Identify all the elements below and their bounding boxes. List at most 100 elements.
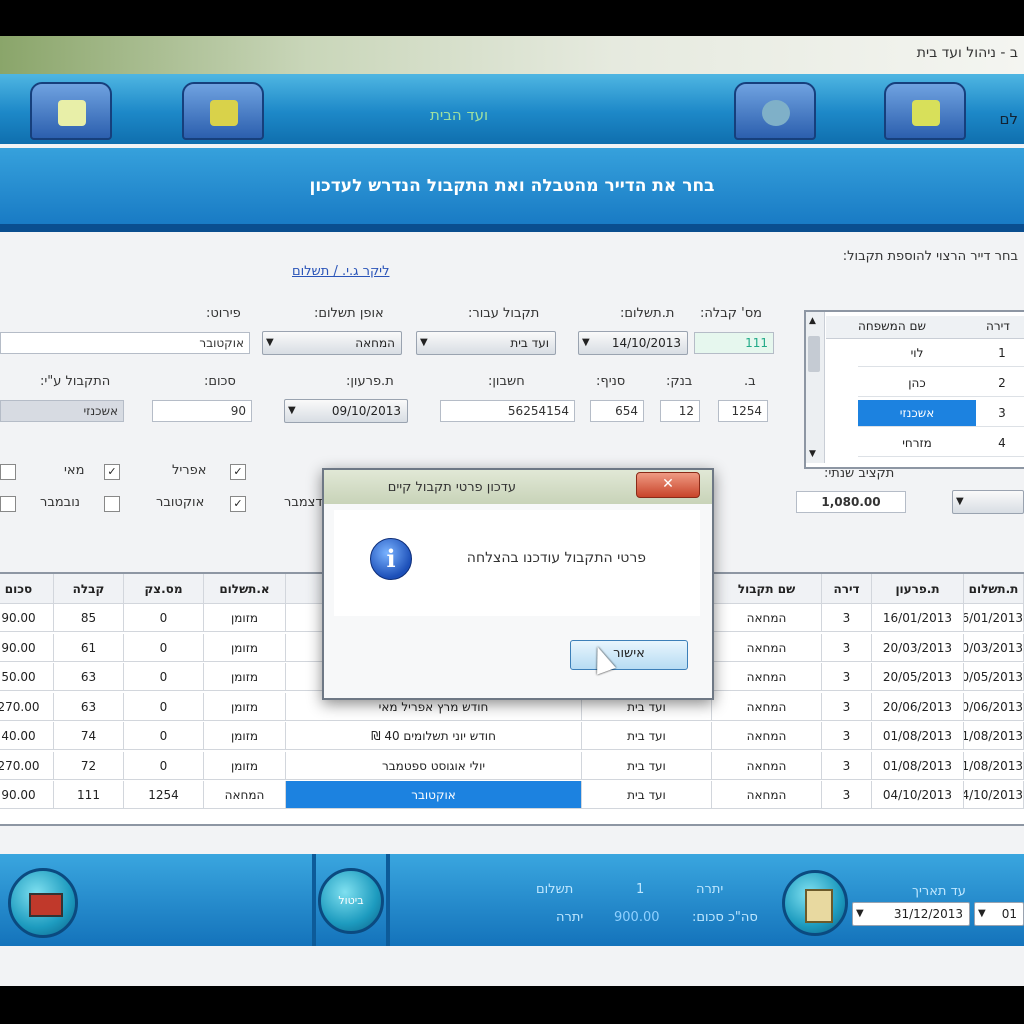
grid-cell[interactable]: 01/08/2013 xyxy=(872,722,964,750)
receipt-no-field[interactable]: 111 xyxy=(694,332,774,354)
dialog-ok-button[interactable]: אישור xyxy=(570,640,688,670)
grid-cell[interactable]: 90.00 xyxy=(0,633,54,662)
grid-header[interactable]: ת.תשלום xyxy=(964,574,1024,604)
grid-header[interactable]: מס.צק xyxy=(124,574,204,604)
grid-header[interactable]: סכום xyxy=(0,574,54,604)
grid-cell[interactable]: 63 xyxy=(54,663,124,691)
grid-cell[interactable]: 3 xyxy=(822,663,872,691)
grid-cell[interactable]: המחאה xyxy=(712,781,822,809)
grid-cell[interactable]: יולי אוגוסט ספטמבר xyxy=(286,751,582,780)
grid-header[interactable]: שם תקבול xyxy=(712,574,822,604)
grid-cell[interactable]: 3 xyxy=(822,751,872,780)
grid-cell[interactable]: אוקטובר xyxy=(286,781,582,809)
cancel-round-button[interactable]: ביטול xyxy=(318,868,384,934)
scroll-thumb[interactable] xyxy=(808,336,820,372)
grid-cell[interactable]: 01/08/2013 xyxy=(872,751,964,780)
toolbar-button-3[interactable] xyxy=(734,82,816,140)
tenant-list-scrollbar[interactable]: ▲ ▼ xyxy=(806,312,825,463)
check-field[interactable]: 654 xyxy=(590,400,644,422)
grid-cell[interactable]: 50.00 xyxy=(0,663,54,691)
grid-cell[interactable]: 20/05/2013 xyxy=(872,663,964,691)
exit-button[interactable] xyxy=(8,868,78,938)
pay-date-picker[interactable]: ▼ 14/10/2013 xyxy=(578,331,688,355)
grid-cell[interactable]: 72 xyxy=(54,751,124,780)
grid-header[interactable]: א.תשלום xyxy=(204,574,286,604)
grid-header[interactable]: דירה xyxy=(822,574,872,604)
grid-cell[interactable]: המחאה xyxy=(712,663,822,691)
grid-cell[interactable]: ועד בית xyxy=(582,722,712,750)
grid-cell[interactable]: 74 xyxy=(54,722,124,750)
grid-cell[interactable]: 20/06/2013 xyxy=(964,692,1024,721)
grid-cell[interactable]: 01/08/2013 xyxy=(964,722,1024,750)
until-date-picker[interactable]: ▼ 31/12/2013 xyxy=(852,902,970,926)
toolbar-button-2[interactable] xyxy=(182,82,264,140)
checkbox-november[interactable] xyxy=(104,496,120,512)
grid-cell[interactable]: 16/01/2013 xyxy=(964,604,1024,632)
grid-cell[interactable]: 63 xyxy=(54,692,124,721)
grid-cell[interactable]: 3 xyxy=(822,722,872,750)
grid-cell[interactable]: 0 xyxy=(124,751,204,780)
grid-cell[interactable]: המחאה xyxy=(712,633,822,662)
checkbox-october[interactable]: ✓ xyxy=(230,496,246,512)
grid-cell[interactable]: 3 xyxy=(822,692,872,721)
toolbar-button-1[interactable] xyxy=(30,82,112,140)
grid-cell[interactable]: 1254 xyxy=(124,781,204,809)
grid-cell[interactable]: 20/03/2013 xyxy=(964,633,1024,662)
grid-header[interactable]: ת.פרעון xyxy=(872,574,964,604)
annual-budget-field[interactable]: 1,080.00 xyxy=(796,491,906,513)
branch-field[interactable]: 12 xyxy=(660,400,700,422)
grid-cell[interactable]: 61 xyxy=(54,633,124,662)
toolbar-button-4[interactable] xyxy=(884,82,966,140)
grid-cell[interactable]: 0 xyxy=(124,633,204,662)
grid-cell[interactable]: 0 xyxy=(124,663,204,691)
tenant-row[interactable]: כהן 2 xyxy=(858,370,1024,397)
grid-cell[interactable]: 04/10/2013 xyxy=(872,781,964,809)
grid-cell[interactable]: המחאה xyxy=(204,781,286,809)
grid-cell[interactable]: מזומן xyxy=(204,751,286,780)
grid-cell[interactable]: 0 xyxy=(124,604,204,632)
grid-cell[interactable]: 0 xyxy=(124,692,204,721)
grid-cell[interactable]: מזומן xyxy=(204,604,286,632)
grid-cell[interactable]: מזומן xyxy=(204,633,286,662)
grid-cell[interactable]: ועד בית xyxy=(582,751,712,780)
dialog-close-button[interactable]: ✕ xyxy=(636,472,700,498)
grid-cell[interactable]: המחאה xyxy=(712,692,822,721)
grid-cell[interactable]: 0 xyxy=(124,722,204,750)
grid-cell[interactable]: המחאה xyxy=(712,722,822,750)
grid-cell[interactable]: ועד בית xyxy=(582,781,712,809)
grid-cell[interactable]: 16/01/2013 xyxy=(872,604,964,632)
print-button[interactable] xyxy=(782,870,848,936)
grid-cell[interactable]: 3 xyxy=(822,781,872,809)
tenant-row[interactable]: מזרחי 4 xyxy=(858,430,1024,457)
grid-cell[interactable]: 20/05/2013 xyxy=(964,663,1024,691)
grid-cell[interactable]: 20/03/2013 xyxy=(872,633,964,662)
checkbox-may[interactable]: ✓ xyxy=(104,464,120,480)
grid-header[interactable]: קבלה xyxy=(54,574,124,604)
checkbox-december[interactable] xyxy=(0,496,16,512)
tenant-row[interactable]: לוי 1 xyxy=(858,340,1024,367)
bank-field[interactable]: 1254 xyxy=(718,400,768,422)
checkbox-april[interactable]: ✓ xyxy=(230,464,246,480)
amount-field[interactable]: 90 xyxy=(152,400,252,422)
tenant-list[interactable]: ▲ ▼ שם המשפחה דירה לוי 1 כהן 2 אשכנזי 3 מזר… xyxy=(804,310,1024,469)
grid-cell[interactable]: 3 xyxy=(822,633,872,662)
grid-cell[interactable]: 90.00 xyxy=(0,604,54,632)
income-per-field[interactable]: אשכנזי xyxy=(0,400,124,422)
details-field[interactable]: אוקטובר xyxy=(0,332,250,354)
grid-cell[interactable]: המחאה xyxy=(712,751,822,780)
grid-cell[interactable]: מזומן xyxy=(204,722,286,750)
checkbox-march[interactable] xyxy=(0,464,16,480)
grid-cell[interactable]: 40.00 xyxy=(0,722,54,750)
grid-cell[interactable]: 90.00 xyxy=(0,781,54,809)
grid-cell[interactable]: 270.00 xyxy=(0,692,54,721)
grid-cell[interactable]: חודש יוני תשלומים 40 ₪ xyxy=(286,722,582,750)
grid-cell[interactable]: המחאה xyxy=(712,604,822,632)
grid-cell[interactable]: 111 xyxy=(54,781,124,809)
grid-cell[interactable]: מזומן xyxy=(204,663,286,691)
grid-cell[interactable]: 85 xyxy=(54,604,124,632)
account-field[interactable]: 56254154 xyxy=(440,400,575,422)
payment-method-select[interactable]: ▼ המחאה xyxy=(262,331,402,355)
budget-select[interactable]: ▼ xyxy=(952,490,1024,514)
tenant-row-selected[interactable]: אשכנזי 3 xyxy=(858,400,1024,427)
grid-cell[interactable]: מזומן xyxy=(204,692,286,721)
